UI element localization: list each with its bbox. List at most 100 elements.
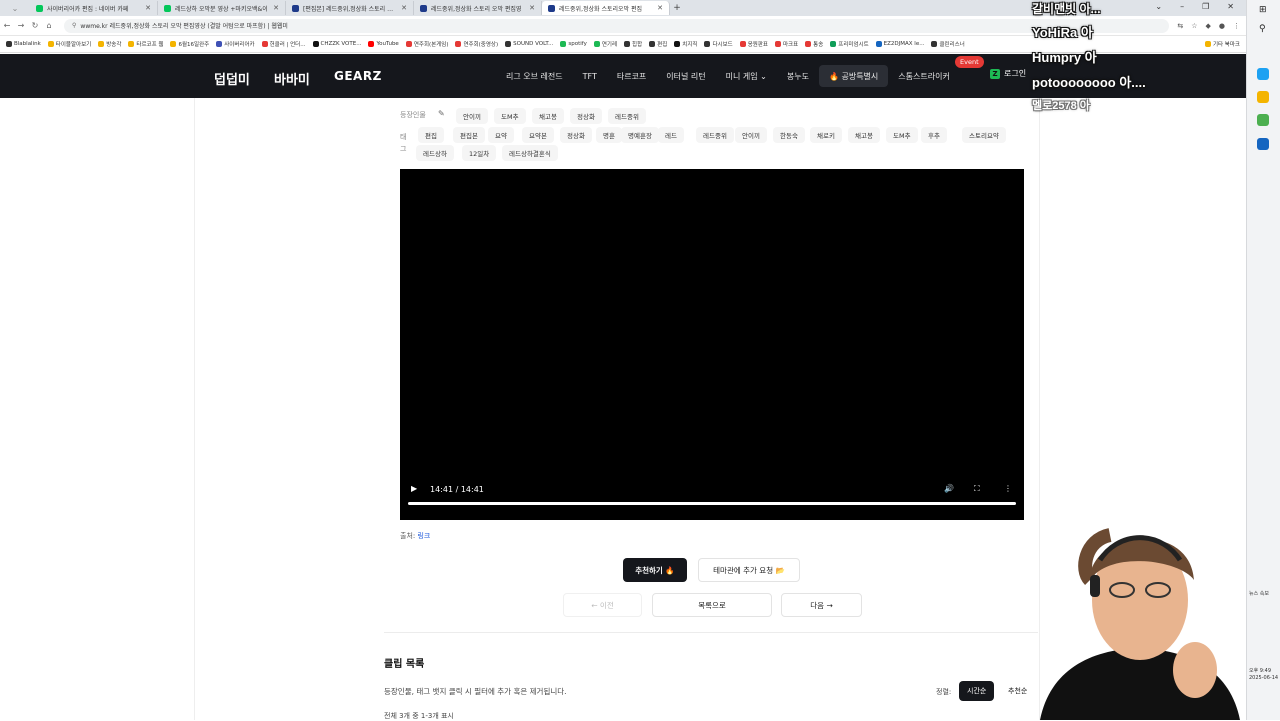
bookmark-item[interactable]: Blablalink [6,40,41,48]
close-tab-icon[interactable]: ✕ [273,4,279,12]
minimize-icon[interactable]: – [1180,2,1184,11]
other-bookmarks[interactable]: 기타 북마크 [1204,40,1246,48]
nav-item[interactable]: 리그 오브 레전드 [496,71,573,82]
bookmark-item[interactable]: 연기레 [593,40,617,48]
more-options-icon[interactable]: ⋮ [1004,484,1012,493]
logo-deopdeopmi[interactable]: 덥덥미 [214,69,250,88]
nav-item[interactable]: 타르코프 [607,71,656,82]
profile-icon[interactable]: ● [1219,22,1225,30]
tag-chip[interactable]: 후추 [921,127,947,143]
forward-icon[interactable]: → [14,21,28,30]
tag-chip[interactable]: 정상화 [560,127,592,143]
tag-chip[interactable]: 레드중위 [696,127,734,143]
sort-time-button[interactable]: 시간순 [959,681,995,701]
site-info-icon[interactable]: ⚲ [72,22,76,29]
bookmark-item[interactable]: SOUND VOLT... [505,40,553,48]
restore-icon[interactable]: ❐ [1202,2,1209,11]
theme-request-button[interactable]: 테마관에 추가 요청 📂 [698,558,800,582]
bookmark-item[interactable]: CHZZK VOTE... [312,40,361,48]
tag-chip[interactable]: 편집본 [453,127,485,143]
tag-chip[interactable]: 채고봉 [848,127,880,143]
translate-icon[interactable]: ⇆ [1177,22,1183,30]
nav-item[interactable]: TFT [573,72,607,81]
nav-item[interactable]: 미니 게임 ⌄ [716,71,777,82]
tag-chip[interactable]: 레드 [658,127,684,143]
app-icon[interactable] [1257,114,1269,126]
bookmark-item[interactable]: 힙합 [624,40,642,48]
tag-chip[interactable]: 명예훈장 [621,127,659,143]
reload-icon[interactable]: ↻ [28,21,42,30]
nav-item[interactable]: 스톰스트라이커 [888,71,960,82]
source-link[interactable]: 링크 [417,532,430,540]
fullscreen-icon[interactable]: ⛶ [974,484,980,494]
cast-chip[interactable]: 레드중위 [608,108,646,124]
bookmark-item[interactable]: 다시보드 [704,40,733,48]
login-button[interactable]: Z 로그인 [990,68,1026,79]
bookmark-item[interactable]: 타르코프 웹 [128,40,163,48]
tag-chip[interactable]: 편집 [418,127,444,143]
bookmark-item[interactable]: 연주회(중영상) [455,40,498,48]
nav-item[interactable]: 이터널 리턴 [656,71,715,82]
logo-babami[interactable]: 바바미 [274,69,310,88]
back-icon[interactable]: ← [0,21,14,30]
video-progress-bar[interactable] [408,502,1016,505]
bookmark-item[interactable]: 편집 [649,40,667,48]
star-icon[interactable]: ☆ [1191,22,1197,30]
tag-chip[interactable]: 레드상하결혼식 [502,145,558,161]
tag-chip[interactable]: 도M추 [886,127,918,143]
edge-icon[interactable] [1257,138,1269,150]
tag-chip[interactable]: 스토리요약 [962,127,1006,143]
nav-item[interactable]: 🔥 공방특별시 [818,65,889,87]
bookmark-item[interactable]: 사이버리어카 [216,40,255,48]
close-window-icon[interactable]: ✕ [1227,2,1234,11]
tag-chip[interactable]: 레드상하 [416,145,454,161]
edit-icon[interactable]: ✎ [438,109,445,118]
prev-button[interactable]: ← 이전 [563,593,642,617]
logo-gearz[interactable]: GEARZ [334,69,382,83]
play-icon[interactable]: ▶ [411,484,417,493]
tab-search-icon[interactable]: ⌄ [1155,2,1162,11]
bookmark-item[interactable]: YouTube [368,40,399,48]
bookmark-item[interactable]: 연주회(본게임) [405,40,448,48]
new-tab-button[interactable]: + [670,3,684,13]
bookmark-item[interactable]: 헌클러 | 언더... [261,40,306,48]
nav-item[interactable]: 봉누도 [777,71,819,82]
browser-tab[interactable]: 사이버리어카 편집 : 네이버 카페 ✕ [30,1,158,15]
bookmark-item[interactable]: 6월16일완주 [170,40,209,48]
close-tab-icon[interactable]: ✕ [401,4,407,12]
tag-chip[interactable]: 요약 [488,127,514,143]
close-tab-icon[interactable]: ✕ [145,4,151,12]
browser-menu-icon[interactable]: ⌄ [0,4,30,13]
tag-chip[interactable]: 요약본 [522,127,554,143]
browser-tab[interactable]: 레드상하 오막분 영상 +마키오백&이 ✕ [158,1,286,15]
browser-tab[interactable]: 레드중위,정상화 스토리오막 편집 ✕ [542,1,670,15]
url-field[interactable]: ⚲ wwme.kr 레드중위,정상화 스토리 오막 편집영상 (결말 어텀으로 … [64,18,1170,33]
cast-chip[interactable]: 안이끼 [456,108,488,124]
cast-chip[interactable]: 채고봉 [532,108,564,124]
list-button[interactable]: 목록으로 [652,593,772,617]
menu-icon[interactable]: ⋮ [1233,22,1240,30]
bookmark-item[interactable]: 응원판표 [739,40,768,48]
bookmark-item[interactable]: 타이블알아보기 [47,40,91,48]
tag-chip[interactable]: 명훈 [596,127,622,143]
close-tab-icon[interactable]: ✕ [657,4,663,12]
video-player[interactable]: ▶ 14:41 / 14:41 🔊 ⛶ ⋮ [400,169,1024,520]
bookmark-item[interactable]: spotify [560,40,587,48]
windows-icon[interactable]: ⊞ [1259,5,1267,15]
folder-icon[interactable] [1257,91,1269,103]
tag-chip[interactable]: 채로키 [810,127,842,143]
tag-chip[interactable]: 12일차 [462,145,497,161]
bookmark-item[interactable]: 통송 [805,40,823,48]
recommend-button[interactable]: 추천하기 🔥 [623,558,687,582]
tag-chip[interactable]: 한동숙 [773,127,805,143]
close-tab-icon[interactable]: ✕ [529,4,535,12]
tag-chip[interactable]: 안이끼 [735,127,767,143]
bookmark-item[interactable]: 프리미엄시트 [830,40,869,48]
browser-tab[interactable]: [편집본] 레드중위,정상화 스토리 오막 ✕ [286,1,414,15]
volume-icon[interactable]: 🔊 [944,484,954,493]
cast-chip[interactable]: 도M추 [494,108,526,124]
home-icon[interactable]: ⌂ [42,21,56,30]
bookmark-item[interactable]: 클린리스너 [931,40,965,48]
bookmark-item[interactable]: 마크표 [774,40,798,48]
search-icon[interactable]: ⚲ [1259,24,1266,34]
